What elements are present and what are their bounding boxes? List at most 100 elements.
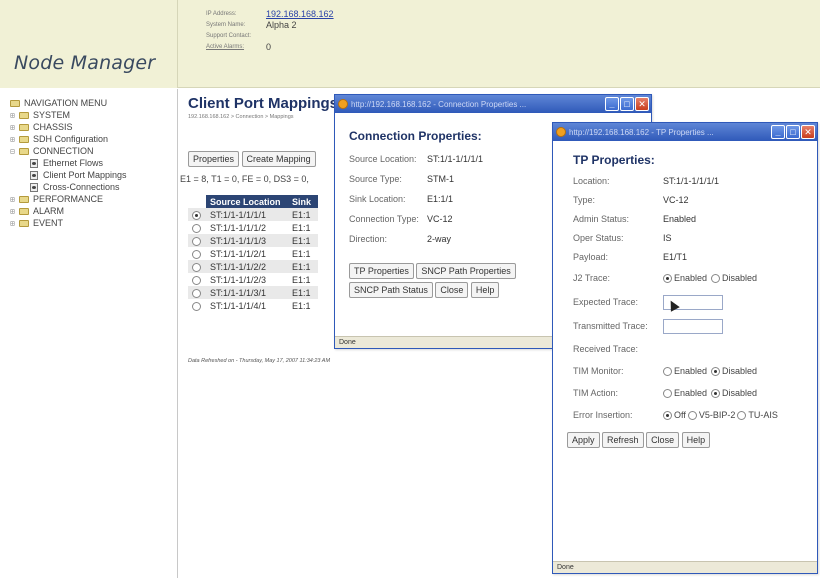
maximize-icon[interactable]: □: [786, 125, 800, 139]
radio-button[interactable]: [663, 410, 672, 420]
source-cell: ST:1/1-1/1/1/2: [210, 222, 267, 233]
table-row[interactable]: ST:1/1-1/1/3/1 E1:1: [188, 286, 318, 299]
table-row[interactable]: ST:1/1-1/1/1/3 E1:1: [188, 234, 318, 247]
active-alarms-link[interactable]: Active Alarms:: [206, 44, 266, 50]
sink-cell: E1:1: [292, 274, 311, 285]
tp-properties-content: TP Properties: Location: ST:1/1-1/1/1/1 T…: [567, 153, 809, 448]
page-title: Client Port Mappings: [188, 95, 338, 112]
row-radio[interactable]: [192, 262, 201, 272]
ip-address-link[interactable]: 192.168.168.162: [266, 9, 334, 19]
prop-transmitted-trace: Transmitted Trace:: [573, 314, 809, 338]
tp-properties-button[interactable]: TP Properties: [349, 263, 414, 279]
table-row[interactable]: ST:1/1-1/1/2/3 E1:1: [188, 273, 318, 286]
nav-item-event[interactable]: ⊞ EVENT: [10, 217, 177, 229]
transmitted-trace-input[interactable]: [663, 318, 723, 334]
folder-icon: [19, 195, 29, 203]
radio-button[interactable]: [711, 366, 721, 376]
folder-icon: [19, 219, 29, 227]
tim-monitor-disabled-option[interactable]: Disabled: [711, 366, 757, 376]
tim-action-enabled-option[interactable]: Enabled: [663, 388, 707, 398]
close-icon[interactable]: ✕: [635, 97, 649, 111]
expand-icon[interactable]: ⊞: [10, 195, 19, 204]
close-button[interactable]: Close: [646, 432, 680, 448]
source-cell: ST:1/1-1/1/4/1: [210, 300, 267, 311]
minimize-icon[interactable]: _: [771, 125, 785, 139]
help-button[interactable]: Help: [681, 432, 711, 448]
table-row[interactable]: ST:1/1-1/1/1/1 E1:1: [188, 208, 318, 221]
expand-icon[interactable]: ⊞: [10, 207, 19, 216]
radio-button[interactable]: [687, 410, 697, 420]
table-row[interactable]: ST:1/1-1/1/2/2 E1:1: [188, 260, 318, 273]
nav-item-ethernet-flows[interactable]: Ethernet Flows: [10, 157, 177, 169]
nav-item-sdh-configuration[interactable]: ⊞ SDH Configuration: [10, 133, 177, 145]
sink-cell: E1:1: [288, 208, 318, 221]
header: Node Manager IP Address: 192.168.168.162…: [0, 0, 820, 88]
error-v5-bip2-option[interactable]: V5-BIP-2: [687, 410, 735, 420]
expand-icon[interactable]: ⊞: [10, 219, 19, 228]
error-off-option[interactable]: Off: [663, 410, 686, 420]
row-radio[interactable]: [192, 301, 201, 311]
page-icon: [30, 158, 38, 168]
window-controls: _ □ ✕: [771, 125, 815, 139]
sink-cell: E1:1: [288, 234, 318, 247]
expand-icon[interactable]: ⊞: [10, 111, 19, 120]
data-refreshed-timestamp: Data Refreshed on - Thursday, May 17, 20…: [188, 358, 331, 364]
sink-cell: E1:1: [288, 260, 318, 273]
radio-button[interactable]: [663, 388, 672, 398]
folder-icon: [19, 207, 29, 215]
sncp-path-status-button[interactable]: SNCP Path Status: [349, 282, 433, 298]
minimize-icon[interactable]: _: [605, 97, 619, 111]
close-icon[interactable]: ✕: [801, 125, 815, 139]
logo-area: Node Manager: [0, 0, 178, 88]
close-button[interactable]: Close: [435, 282, 469, 298]
apply-button[interactable]: Apply: [567, 432, 600, 448]
nav-item-chassis[interactable]: ⊞ CHASSIS: [10, 121, 177, 133]
sncp-path-properties-button[interactable]: SNCP Path Properties: [416, 263, 516, 279]
folder-icon: [19, 123, 29, 131]
j2-disabled-option[interactable]: Disabled: [711, 273, 757, 283]
row-radio[interactable]: [192, 275, 201, 285]
column-header-sink: Sink: [288, 195, 318, 208]
nav-item-connection[interactable]: ⊟ CONNECTION: [10, 145, 177, 157]
maximize-icon[interactable]: □: [620, 97, 634, 111]
properties-button[interactable]: Properties: [188, 151, 240, 167]
help-button[interactable]: Help: [470, 282, 500, 298]
nav-item-cross-connections[interactable]: Cross-Connections: [10, 181, 177, 193]
folder-icon: [10, 99, 20, 107]
radio-button[interactable]: [663, 273, 672, 283]
create-mapping-button[interactable]: Create Mapping: [241, 151, 316, 167]
expand-icon[interactable]: ⊞: [10, 135, 19, 144]
mappings-table: Source Location Sink ST:1/1-1/1/1/1 E1:1 …: [188, 195, 318, 312]
expand-icon[interactable]: ⊞: [10, 123, 19, 132]
j2-enabled-option[interactable]: Enabled: [663, 273, 707, 283]
refresh-button[interactable]: Refresh: [602, 432, 644, 448]
nav-item-performance[interactable]: ⊞ PERFORMANCE: [10, 193, 177, 205]
breadcrumb[interactable]: 192.168.168.162 > Connection > Mappings: [188, 114, 294, 120]
nav-item-client-port-mappings[interactable]: Client Port Mappings: [10, 169, 177, 181]
browser-icon: [338, 99, 348, 109]
collapse-icon[interactable]: ⊟: [10, 147, 19, 156]
source-cell: ST:1/1-1/1/2/3: [210, 274, 267, 285]
prop-location: Location: ST:1/1-1/1/1/1: [573, 175, 720, 186]
radio-button[interactable]: [737, 410, 747, 420]
nav-item-alarm[interactable]: ⊞ ALARM: [10, 205, 177, 217]
row-radio[interactable]: [192, 236, 201, 246]
radio-button[interactable]: [711, 273, 721, 283]
radio-button[interactable]: [711, 388, 721, 398]
column-header-source: Source Location: [206, 195, 288, 208]
window-titlebar[interactable]: http://192.168.168.162 - TP Properties .…: [553, 123, 817, 141]
table-row[interactable]: ST:1/1-1/1/4/1 E1:1: [188, 299, 318, 312]
table-row[interactable]: ST:1/1-1/1/1/2 E1:1: [188, 221, 318, 234]
tim-monitor-enabled-option[interactable]: Enabled: [663, 366, 707, 376]
nav-item-system[interactable]: ⊞ SYSTEM: [10, 109, 177, 121]
tim-action-disabled-option[interactable]: Disabled: [711, 388, 757, 398]
table-row[interactable]: ST:1/1-1/1/2/1 E1:1: [188, 247, 318, 260]
row-radio[interactable]: [192, 249, 201, 259]
error-tu-ais-option[interactable]: TU-AIS: [737, 410, 778, 420]
row-radio[interactable]: [192, 223, 201, 233]
row-radio[interactable]: [192, 288, 201, 298]
window-title: http://192.168.168.162 - TP Properties .…: [569, 127, 714, 137]
window-titlebar[interactable]: http://192.168.168.162 - Connection Prop…: [335, 95, 651, 113]
row-radio[interactable]: [192, 210, 201, 220]
radio-button[interactable]: [663, 366, 672, 376]
